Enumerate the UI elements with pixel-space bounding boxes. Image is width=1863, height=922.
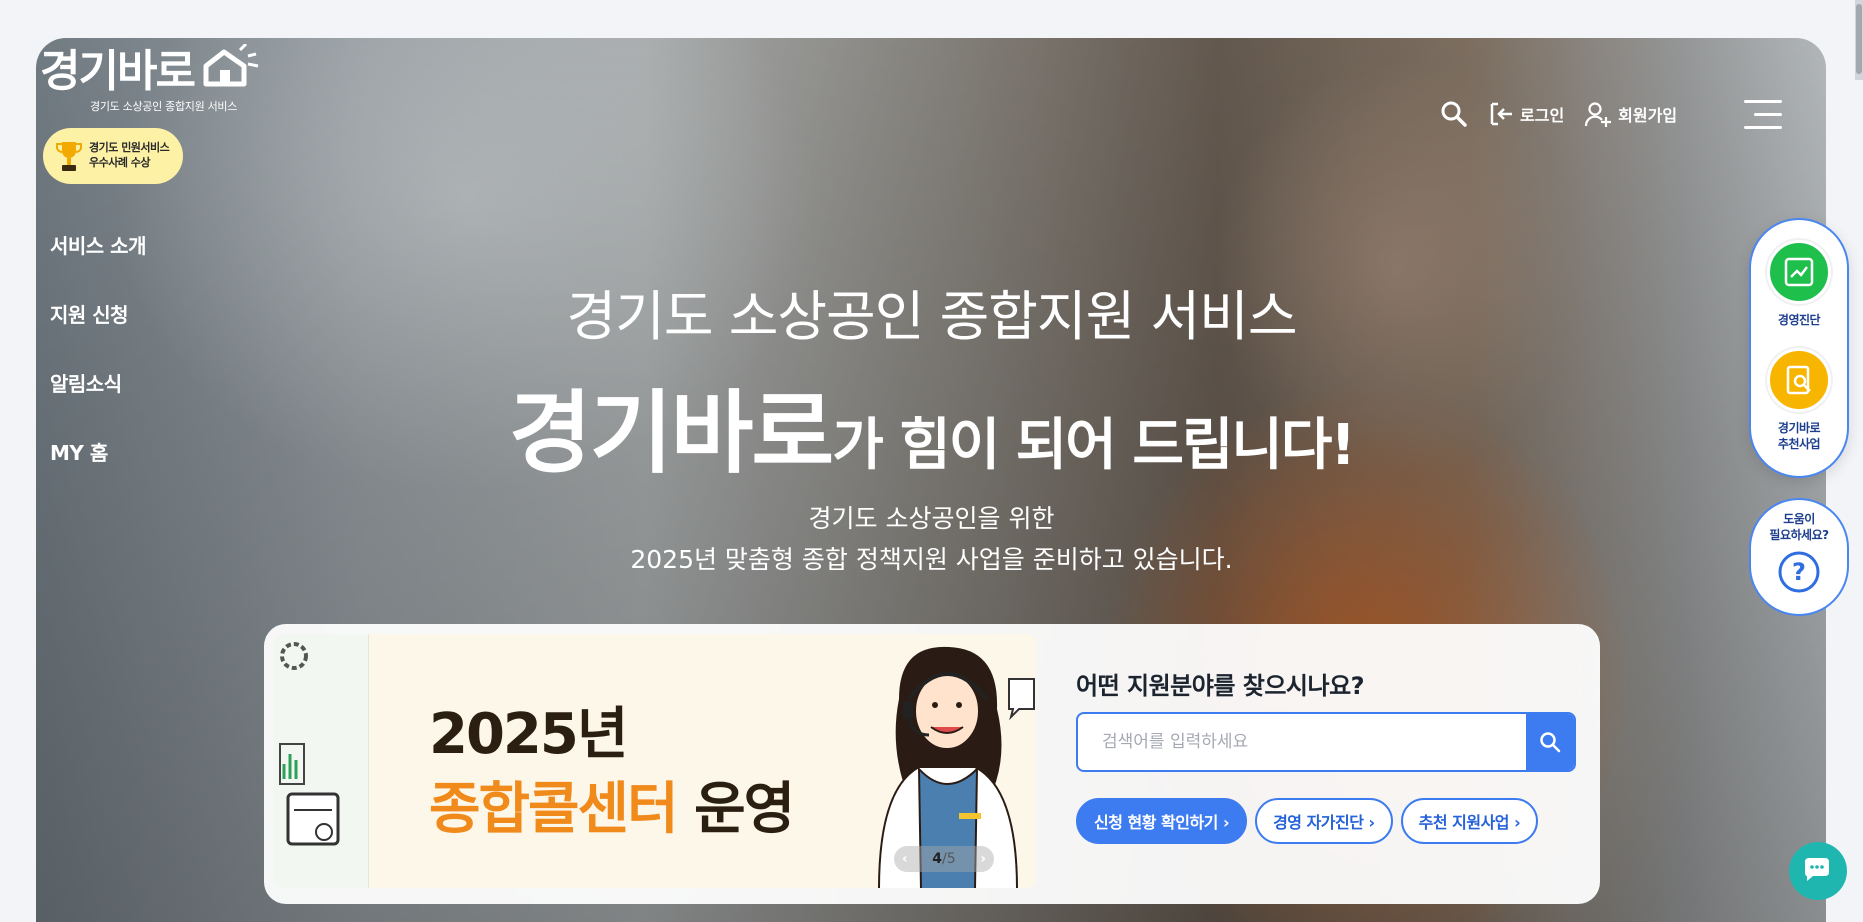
quick-label-recommend-2: 추천사업 <box>1777 437 1821 452</box>
add-user-icon <box>1585 102 1612 127</box>
logo-subtitle: 경기도 소상공인 종합지원 서비스 <box>90 100 238 113</box>
hamburger-menu-icon[interactable] <box>1744 100 1782 129</box>
hero-desc-line2: 2025년 맞춤형 종합 정책지원 사업을 준비하고 있습니다. <box>630 545 1233 574</box>
header-actions: 로그인 회원가입 <box>1440 100 1677 128</box>
signup-label: 회원가입 <box>1618 106 1678 125</box>
quick-item-diagnosis[interactable]: 경영진단 <box>1751 240 1847 328</box>
diagnosis-icon <box>1767 240 1831 304</box>
quick-label-recommend-1: 경기바로 <box>1777 421 1821 435</box>
help-label-line2: 필요하세요? <box>1769 527 1829 542</box>
search-input[interactable] <box>1078 714 1526 770</box>
recommended-programs-button[interactable]: 추천 지원사업 › <box>1400 798 1539 844</box>
login-link[interactable]: 로그인 <box>1488 101 1564 127</box>
banner-pager: ‹ 4/5 › <box>894 846 994 872</box>
search-icon <box>1540 732 1561 753</box>
quick-item-recommend[interactable]: 경기바로 추천사업 <box>1751 348 1847 452</box>
hero-desc-line1: 경기도 소상공인을 위한 <box>808 504 1055 533</box>
award-line1: 경기도 민원서비스 <box>89 141 170 155</box>
help-label-line1: 도움이 <box>1783 512 1815 526</box>
help-question-icon: ? <box>1778 551 1820 593</box>
quick-label-diagnosis: 경영진단 <box>1777 313 1821 327</box>
login-icon <box>1490 102 1512 126</box>
banner-headline-dark: 운영 <box>676 777 795 842</box>
search-title: 어떤 지원분야를 찾으시나요? <box>1076 672 1365 700</box>
search-icon[interactable] <box>1440 100 1468 128</box>
pager-next-icon[interactable]: › <box>980 851 986 867</box>
hero-title: 경기바로가 힘이 되어 드립니다! <box>0 360 1863 490</box>
hero-title-rest: 가 힘이 되어 드립니다! <box>832 413 1356 478</box>
hero-description: 경기도 소상공인을 위한 2025년 맞춤형 종합 정책지원 사업을 준비하고 … <box>0 498 1863 580</box>
recommend-icon <box>1767 348 1831 412</box>
promo-banner[interactable]: 2025년 종합콜센터 운영 ‹ 4/5 › <box>274 634 1036 888</box>
search-button[interactable] <box>1526 714 1574 770</box>
hero-title-brand: 경기바로 <box>509 381 834 486</box>
help-button[interactable]: 도움이 필요하세요? ? <box>1749 498 1849 616</box>
logo-text: 경기바로 <box>40 46 196 97</box>
pager-current: 4 <box>932 851 943 867</box>
search-panel: 2025년 종합콜센터 운영 ‹ 4/5 › 어떤 지원분야를 찾으시나요? 검… <box>264 624 1600 904</box>
nav-item-service-intro[interactable]: 서비스 소개 <box>50 230 146 259</box>
hero-subtitle: 경기도 소상공인 종합지원 서비스 <box>566 285 1297 348</box>
signup-link[interactable]: 회원가입 <box>1584 101 1677 127</box>
search-box <box>1076 712 1576 772</box>
help-label: 도움이 필요하세요? <box>1751 512 1847 543</box>
pager-prev-icon[interactable]: ‹ <box>902 851 908 867</box>
scrollbar-thumb[interactable] <box>1856 4 1862 74</box>
quick-menu: 경영진단 경기바로 추천사업 <box>1749 218 1849 478</box>
banner-year: 2025년 <box>429 702 628 767</box>
check-application-status-button[interactable]: 신청 현황 확인하기 › <box>1076 798 1248 844</box>
chat-button[interactable] <box>1789 842 1847 900</box>
pager-total: 5 <box>946 851 956 867</box>
svg-text:?: ? <box>1792 558 1806 586</box>
logo-house-icon <box>203 44 259 87</box>
award-badge[interactable]: 경기도 민원서비스 우수사례 수상 <box>43 128 183 184</box>
quick-link-chips: 신청 현황 확인하기 › 경영 자가진단 › 추천 지원사업 › <box>1076 798 1539 844</box>
banner-decoration <box>274 634 369 888</box>
login-label: 로그인 <box>1520 106 1565 125</box>
award-line2: 우수사례 수상 <box>89 156 151 169</box>
self-diagnosis-button[interactable]: 경영 자가진단 › <box>1255 798 1393 844</box>
chat-bubble-icon <box>1805 858 1829 881</box>
site-logo[interactable]: 경기바로 경기도 소상공인 종합지원 서비스 <box>40 40 280 120</box>
banner-headline: 종합콜센터 운영 <box>429 764 795 845</box>
trophy-icon <box>56 142 82 171</box>
banner-headline-orange: 종합콜센터 <box>429 777 679 842</box>
